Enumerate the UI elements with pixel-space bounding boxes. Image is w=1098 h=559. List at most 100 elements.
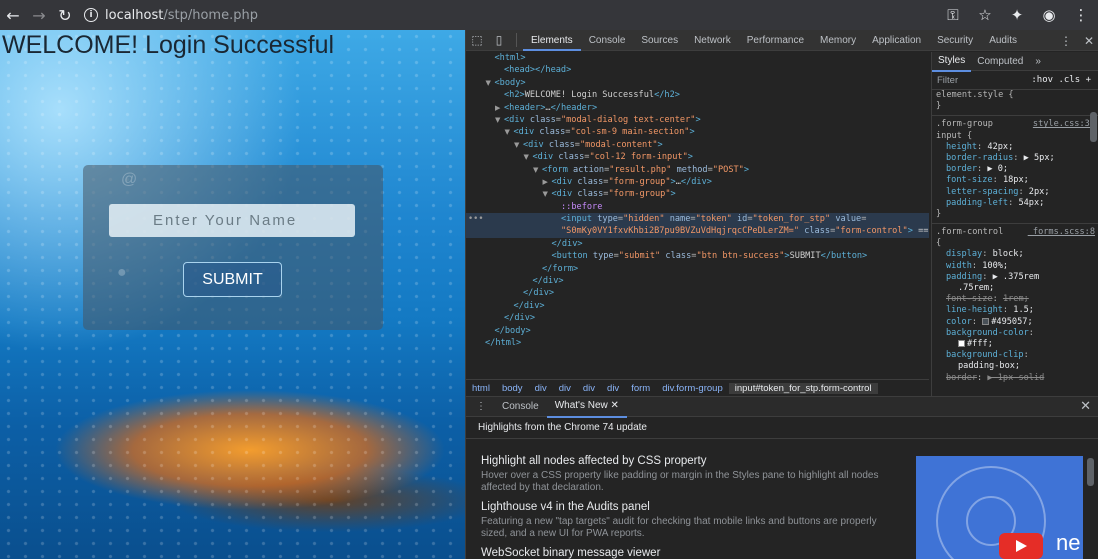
whats-new-item[interactable]: Lighthouse v4 in the Audits panel Featur… bbox=[481, 501, 901, 539]
dom-node-line[interactable]: "S0mKy0VY1fxvKhbi2B7pu9BVZuVdHqjrqcCPeDL… bbox=[466, 225, 929, 238]
drawer-tab-whats-new[interactable]: What's New ✕ bbox=[546, 396, 627, 418]
filter-input[interactable]: Filter bbox=[937, 75, 958, 86]
styles-filter[interactable]: Filter :hov .cls + bbox=[932, 71, 1098, 90]
css-declaration[interactable]: display: block; bbox=[932, 249, 1098, 260]
dom-node-line[interactable]: ▶ <div class="form-group">…</div> bbox=[466, 176, 929, 188]
breadcrumb-item[interactable]: div bbox=[577, 383, 601, 394]
css-declaration[interactable]: font-size: 1rem; bbox=[932, 294, 1098, 305]
dom-node-line[interactable]: ▼ <div class="col-12 form-input"> bbox=[466, 151, 929, 163]
breadcrumb-item[interactable]: div bbox=[529, 383, 553, 394]
tab-console[interactable]: Console bbox=[581, 30, 634, 51]
cls-label[interactable]: .cls bbox=[1058, 75, 1080, 85]
dom-node-line[interactable]: </div> bbox=[466, 287, 929, 299]
css-declaration[interactable]: border: ▶ 0; bbox=[932, 164, 1098, 175]
hov-toggle[interactable]: :hov .cls + bbox=[1031, 75, 1091, 85]
dom-node-line[interactable]: <h2>WELCOME! Login Successful</h2> bbox=[466, 89, 929, 101]
dom-node-line[interactable]: <button type="submit" class="btn btn-suc… bbox=[466, 250, 929, 262]
more-options-icon[interactable]: ⋮ bbox=[1060, 34, 1072, 48]
dom-node-line[interactable]: </body> bbox=[466, 325, 929, 337]
css-declaration[interactable]: .75rem; bbox=[932, 283, 1098, 294]
expand-toggle-icon[interactable]: ▼ bbox=[495, 114, 504, 126]
css-declaration[interactable]: background-color: bbox=[932, 328, 1098, 339]
tab-audits[interactable]: Audits bbox=[981, 30, 1025, 51]
css-declaration[interactable]: line-height: 1.5; bbox=[932, 305, 1098, 316]
dom-node-line[interactable]: ▼ <body> bbox=[466, 77, 929, 89]
color-swatch-icon[interactable] bbox=[958, 339, 965, 347]
dom-node-line[interactable]: ▼ <div class="col-sm-9 main-section"> bbox=[466, 126, 929, 138]
css-declaration[interactable]: height: 42px; bbox=[932, 142, 1098, 153]
css-declaration[interactable]: background-clip: bbox=[932, 350, 1098, 361]
elements-tree[interactable]: <html> <head></head> ▼ <body> <h2>WELCOME! L… bbox=[466, 52, 929, 379]
dom-node-line[interactable]: </form> bbox=[466, 263, 929, 275]
breadcrumb-item[interactable]: div bbox=[553, 383, 577, 394]
css-declaration[interactable]: padding-box; bbox=[932, 361, 1098, 372]
more-icon[interactable]: ••• bbox=[468, 213, 484, 225]
video-thumbnail[interactable]: ne bbox=[916, 456, 1083, 559]
breadcrumb-item[interactable]: html bbox=[466, 383, 496, 394]
expand-toggle-icon[interactable]: ▼ bbox=[524, 151, 533, 163]
name-input[interactable] bbox=[109, 204, 355, 237]
dom-node-line[interactable]: ▼ <div class="modal-content"> bbox=[466, 139, 929, 151]
tab-performance[interactable]: Performance bbox=[739, 30, 812, 51]
breadcrumb-item[interactable]: input#token_for_stp.form-control bbox=[728, 382, 878, 394]
drawer-menu-icon[interactable]: ⋮ bbox=[466, 397, 494, 417]
breadcrumb-item[interactable]: div bbox=[601, 383, 625, 394]
expand-toggle-icon[interactable]: ▼ bbox=[514, 139, 523, 151]
dom-node-line[interactable]: ▶ <header>…</header> bbox=[466, 102, 929, 114]
css-declaration[interactable]: width: 100%; bbox=[932, 261, 1098, 272]
dom-node-line[interactable]: </html> bbox=[466, 337, 929, 349]
close-icon[interactable]: ✕ bbox=[1084, 34, 1094, 48]
inspect-icon[interactable]: ⬚ bbox=[466, 30, 488, 51]
tab-security[interactable]: Security bbox=[929, 30, 981, 51]
menu-icon[interactable]: ⋮ bbox=[1070, 6, 1092, 24]
breadcrumb-item[interactable]: form bbox=[625, 383, 656, 394]
whats-new-item[interactable]: WebSocket binary message viewer bbox=[481, 547, 901, 559]
dom-node-line[interactable]: ••• <input type="hidden" name="token" id=… bbox=[466, 213, 929, 226]
color-swatch-icon[interactable] bbox=[982, 317, 990, 325]
dom-node-line[interactable]: </div> bbox=[466, 300, 929, 312]
play-icon[interactable] bbox=[999, 533, 1043, 559]
scroll-thumb[interactable] bbox=[1087, 458, 1094, 486]
star-icon[interactable]: ☆ bbox=[974, 6, 996, 24]
back-icon[interactable]: ← bbox=[0, 0, 26, 30]
device-toolbar-icon[interactable]: ▯ bbox=[488, 30, 510, 51]
drawer-scrollbar[interactable] bbox=[1087, 456, 1095, 559]
css-declaration[interactable]: letter-spacing: 2px; bbox=[932, 187, 1098, 198]
css-declaration[interactable]: padding: ▶ .375rem bbox=[932, 272, 1098, 283]
close-tab-icon[interactable]: ✕ bbox=[611, 400, 619, 411]
tab-computed[interactable]: Computed bbox=[971, 52, 1029, 71]
address-bar[interactable]: i localhost/stp/home.php bbox=[84, 0, 258, 30]
account-icon[interactable]: ◉ bbox=[1038, 6, 1060, 24]
expand-toggle-icon[interactable]: ▼ bbox=[533, 164, 542, 176]
dom-node-line[interactable]: ▼ <div class="modal-dialog text-center"> bbox=[466, 114, 929, 126]
forward-icon[interactable]: → bbox=[26, 0, 52, 30]
css-declaration[interactable]: border-radius: ▶ 5px; bbox=[932, 153, 1098, 164]
tab-memory[interactable]: Memory bbox=[812, 30, 864, 51]
dom-node-line[interactable]: </div> bbox=[466, 238, 929, 250]
reload-icon[interactable]: ↻ bbox=[52, 0, 78, 30]
dom-node-line[interactable]: ▼ <div class="form-group"> bbox=[466, 188, 929, 200]
css-declaration[interactable]: padding-left: 54px; bbox=[932, 198, 1098, 209]
tab-application[interactable]: Application bbox=[864, 30, 929, 51]
close-drawer-icon[interactable]: ✕ bbox=[1080, 399, 1091, 414]
breadcrumb-item[interactable]: div.form-group bbox=[656, 383, 729, 394]
rule2-source-link[interactable]: _forms.scss:8 bbox=[1028, 227, 1098, 238]
dom-node-line[interactable]: <head></head> bbox=[466, 64, 929, 76]
tab-elements[interactable]: Elements bbox=[523, 30, 581, 51]
tab-sources[interactable]: Sources bbox=[633, 30, 686, 51]
expand-toggle-icon[interactable]: ▼ bbox=[543, 188, 552, 200]
dom-node-line[interactable]: ::before bbox=[466, 201, 929, 213]
dom-node-line[interactable]: <html> bbox=[466, 52, 929, 64]
more-tabs-icon[interactable]: » bbox=[1029, 52, 1047, 71]
css-declaration[interactable]: color: #495057; bbox=[932, 317, 1098, 328]
expand-toggle-icon[interactable]: ▶ bbox=[543, 176, 552, 188]
expand-toggle-icon[interactable]: ▼ bbox=[505, 126, 514, 138]
tab-network[interactable]: Network bbox=[686, 30, 739, 51]
submit-button[interactable]: SUBMIT bbox=[183, 262, 282, 297]
key-icon[interactable]: ⚿ bbox=[942, 6, 964, 24]
dom-node-line[interactable]: ▼ <form action="result.php" method="POST"… bbox=[466, 164, 929, 176]
styles-scrollbar[interactable] bbox=[1090, 112, 1097, 142]
css-declaration[interactable]: font-size: 18px; bbox=[932, 175, 1098, 186]
dom-node-line[interactable]: </div> bbox=[466, 275, 929, 287]
css-declaration[interactable]: #fff; bbox=[932, 339, 1098, 350]
